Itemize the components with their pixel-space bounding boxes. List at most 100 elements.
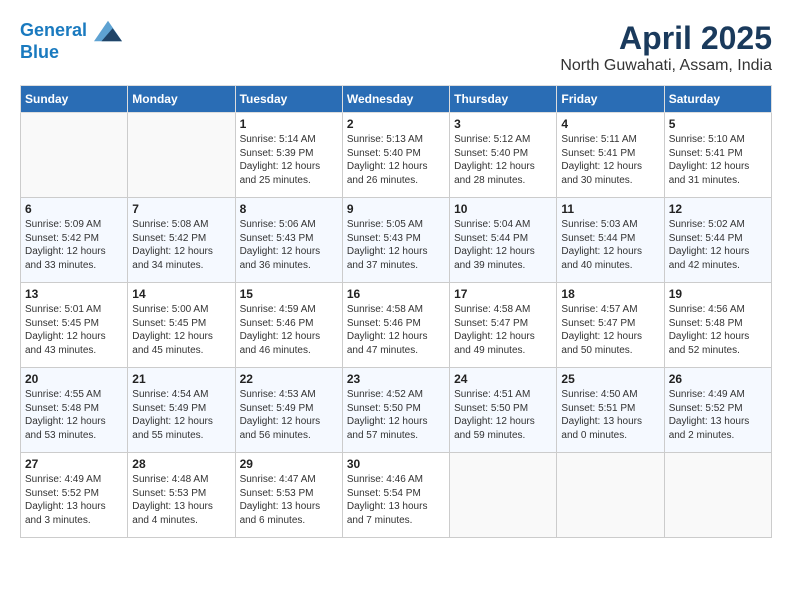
- calendar-cell: 4Sunrise: 5:11 AM Sunset: 5:41 PM Daylig…: [557, 113, 664, 198]
- calendar-cell: 29 Sunrise: 4:47 AM Sunset: 5:53 PM Dayli…: [235, 453, 342, 538]
- calendar-title: April 2025: [560, 20, 772, 57]
- calendar-subtitle: North Guwahati, Assam, India: [560, 57, 772, 75]
- day-number: 29: [240, 457, 338, 471]
- calendar-cell: [128, 113, 235, 198]
- calendar-cell: 7 Sunrise: 5:08 AM Sunset: 5:42 PM Daylig…: [128, 198, 235, 283]
- day-number: 3: [454, 117, 552, 131]
- day-number: 17: [454, 287, 552, 301]
- logo: General Blue: [20, 20, 122, 64]
- calendar-cell: 13 Sunrise: 5:01 AM Sunset: 5:45 PM Dayli…: [21, 283, 128, 368]
- header-wednesday: Wednesday: [342, 86, 449, 113]
- logo-subtext: Blue: [20, 42, 122, 64]
- calendar-cell: 18 Sunrise: 4:57 AM Sunset: 5:47 PM Dayli…: [557, 283, 664, 368]
- day-info: Sunrise: 4:59 AM Sunset: 5:46 PM Dayligh…: [240, 303, 338, 357]
- day-number: 24: [454, 372, 552, 386]
- day-info: Sunrise: 4:57 AM Sunset: 5:47 PM Dayligh…: [561, 303, 659, 357]
- day-number: 16: [347, 287, 445, 301]
- calendar-cell: 10 Sunrise: 5:04 AM Sunset: 5:44 PM Dayli…: [450, 198, 557, 283]
- calendar-cell: [450, 453, 557, 538]
- day-number: 15: [240, 287, 338, 301]
- day-info: Sunrise: 5:03 AM Sunset: 5:44 PM Dayligh…: [561, 218, 659, 272]
- calendar-week-row: 20Sunrise: 4:55 AM Sunset: 5:48 PM Dayli…: [21, 368, 772, 453]
- page-header: General Blue April 2025 North Guwahati, …: [20, 20, 772, 75]
- calendar-cell: [21, 113, 128, 198]
- calendar-cell: 11 Sunrise: 5:03 AM Sunset: 5:44 PM Dayli…: [557, 198, 664, 283]
- day-number: 19: [669, 287, 767, 301]
- calendar-cell: 1 Sunrise: 5:14 AM Sunset: 5:39 PM Daylig…: [235, 113, 342, 198]
- day-number: 25: [561, 372, 659, 386]
- day-number: 30: [347, 457, 445, 471]
- logo-text: General: [20, 20, 122, 42]
- day-info: Sunrise: 5:00 AM Sunset: 5:45 PM Dayligh…: [132, 303, 230, 357]
- calendar-cell: 23 Sunrise: 4:52 AM Sunset: 5:50 PM Dayli…: [342, 368, 449, 453]
- day-number: 11: [561, 202, 659, 216]
- header-friday: Friday: [557, 86, 664, 113]
- calendar-cell: 8Sunrise: 5:06 AM Sunset: 5:43 PM Daylig…: [235, 198, 342, 283]
- day-number: 22: [240, 372, 338, 386]
- calendar-cell: 22 Sunrise: 4:53 AM Sunset: 5:49 PM Dayli…: [235, 368, 342, 453]
- day-info: Sunrise: 5:01 AM Sunset: 5:45 PM Dayligh…: [25, 303, 123, 357]
- calendar-cell: 26Sunrise: 4:49 AM Sunset: 5:52 PM Dayli…: [664, 368, 771, 453]
- calendar-cell: [664, 453, 771, 538]
- day-info: Sunrise: 5:10 AM Sunset: 5:41 PM Dayligh…: [669, 133, 767, 187]
- day-info: Sunrise: 5:08 AM Sunset: 5:42 PM Dayligh…: [132, 218, 230, 272]
- day-info: Sunrise: 4:49 AM Sunset: 5:52 PM Dayligh…: [25, 473, 123, 527]
- day-info: Sunrise: 4:54 AM Sunset: 5:49 PM Dayligh…: [132, 388, 230, 442]
- day-info: Sunrise: 4:50 AM Sunset: 5:51 PM Dayligh…: [561, 388, 659, 442]
- day-number: 7: [132, 202, 230, 216]
- header-thursday: Thursday: [450, 86, 557, 113]
- calendar-cell: 3Sunrise: 5:12 AM Sunset: 5:40 PM Daylig…: [450, 113, 557, 198]
- calendar-week-row: 13 Sunrise: 5:01 AM Sunset: 5:45 PM Dayli…: [21, 283, 772, 368]
- day-number: 4: [561, 117, 659, 131]
- day-number: 6: [25, 202, 123, 216]
- calendar-cell: 30 Sunrise: 4:46 AM Sunset: 5:54 PM Dayli…: [342, 453, 449, 538]
- calendar-cell: 17 Sunrise: 4:58 AM Sunset: 5:47 PM Dayli…: [450, 283, 557, 368]
- calendar-cell: 14Sunrise: 5:00 AM Sunset: 5:45 PM Dayli…: [128, 283, 235, 368]
- day-number: 18: [561, 287, 659, 301]
- header-monday: Monday: [128, 86, 235, 113]
- day-info: Sunrise: 5:06 AM Sunset: 5:43 PM Dayligh…: [240, 218, 338, 272]
- day-number: 27: [25, 457, 123, 471]
- calendar-week-row: 27 Sunrise: 4:49 AM Sunset: 5:52 PM Dayli…: [21, 453, 772, 538]
- day-info: Sunrise: 5:04 AM Sunset: 5:44 PM Dayligh…: [454, 218, 552, 272]
- day-number: 20: [25, 372, 123, 386]
- day-info: Sunrise: 4:53 AM Sunset: 5:49 PM Dayligh…: [240, 388, 338, 442]
- header-tuesday: Tuesday: [235, 86, 342, 113]
- calendar-cell: 20Sunrise: 4:55 AM Sunset: 5:48 PM Dayli…: [21, 368, 128, 453]
- day-info: Sunrise: 4:46 AM Sunset: 5:54 PM Dayligh…: [347, 473, 445, 527]
- calendar-cell: 6 Sunrise: 5:09 AM Sunset: 5:42 PM Daylig…: [21, 198, 128, 283]
- day-info: Sunrise: 4:52 AM Sunset: 5:50 PM Dayligh…: [347, 388, 445, 442]
- calendar-cell: 21 Sunrise: 4:54 AM Sunset: 5:49 PM Dayli…: [128, 368, 235, 453]
- calendar-table: Sunday Monday Tuesday Wednesday Thursday…: [20, 85, 772, 538]
- day-info: Sunrise: 5:14 AM Sunset: 5:39 PM Dayligh…: [240, 133, 338, 187]
- header-saturday: Saturday: [664, 86, 771, 113]
- calendar-cell: 9Sunrise: 5:05 AM Sunset: 5:43 PM Daylig…: [342, 198, 449, 283]
- day-info: Sunrise: 4:47 AM Sunset: 5:53 PM Dayligh…: [240, 473, 338, 527]
- calendar-cell: 5 Sunrise: 5:10 AM Sunset: 5:41 PM Daylig…: [664, 113, 771, 198]
- day-number: 26: [669, 372, 767, 386]
- day-number: 1: [240, 117, 338, 131]
- header-sunday: Sunday: [21, 86, 128, 113]
- calendar-cell: 15 Sunrise: 4:59 AM Sunset: 5:46 PM Dayli…: [235, 283, 342, 368]
- day-info: Sunrise: 5:05 AM Sunset: 5:43 PM Dayligh…: [347, 218, 445, 272]
- calendar-cell: 27 Sunrise: 4:49 AM Sunset: 5:52 PM Dayli…: [21, 453, 128, 538]
- day-number: 23: [347, 372, 445, 386]
- day-number: 5: [669, 117, 767, 131]
- day-number: 21: [132, 372, 230, 386]
- day-number: 12: [669, 202, 767, 216]
- calendar-cell: 2Sunrise: 5:13 AM Sunset: 5:40 PM Daylig…: [342, 113, 449, 198]
- calendar-header-row: Sunday Monday Tuesday Wednesday Thursday…: [21, 86, 772, 113]
- day-info: Sunrise: 4:48 AM Sunset: 5:53 PM Dayligh…: [132, 473, 230, 527]
- calendar-cell: 24Sunrise: 4:51 AM Sunset: 5:50 PM Dayli…: [450, 368, 557, 453]
- calendar-cell: [557, 453, 664, 538]
- day-info: Sunrise: 5:09 AM Sunset: 5:42 PM Dayligh…: [25, 218, 123, 272]
- calendar-cell: 28Sunrise: 4:48 AM Sunset: 5:53 PM Dayli…: [128, 453, 235, 538]
- day-number: 13: [25, 287, 123, 301]
- calendar-cell: 12Sunrise: 5:02 AM Sunset: 5:44 PM Dayli…: [664, 198, 771, 283]
- day-number: 10: [454, 202, 552, 216]
- day-info: Sunrise: 4:58 AM Sunset: 5:47 PM Dayligh…: [454, 303, 552, 357]
- calendar-cell: 25 Sunrise: 4:50 AM Sunset: 5:51 PM Dayli…: [557, 368, 664, 453]
- calendar-cell: 16Sunrise: 4:58 AM Sunset: 5:46 PM Dayli…: [342, 283, 449, 368]
- calendar-week-row: 1 Sunrise: 5:14 AM Sunset: 5:39 PM Daylig…: [21, 113, 772, 198]
- calendar-cell: 19Sunrise: 4:56 AM Sunset: 5:48 PM Dayli…: [664, 283, 771, 368]
